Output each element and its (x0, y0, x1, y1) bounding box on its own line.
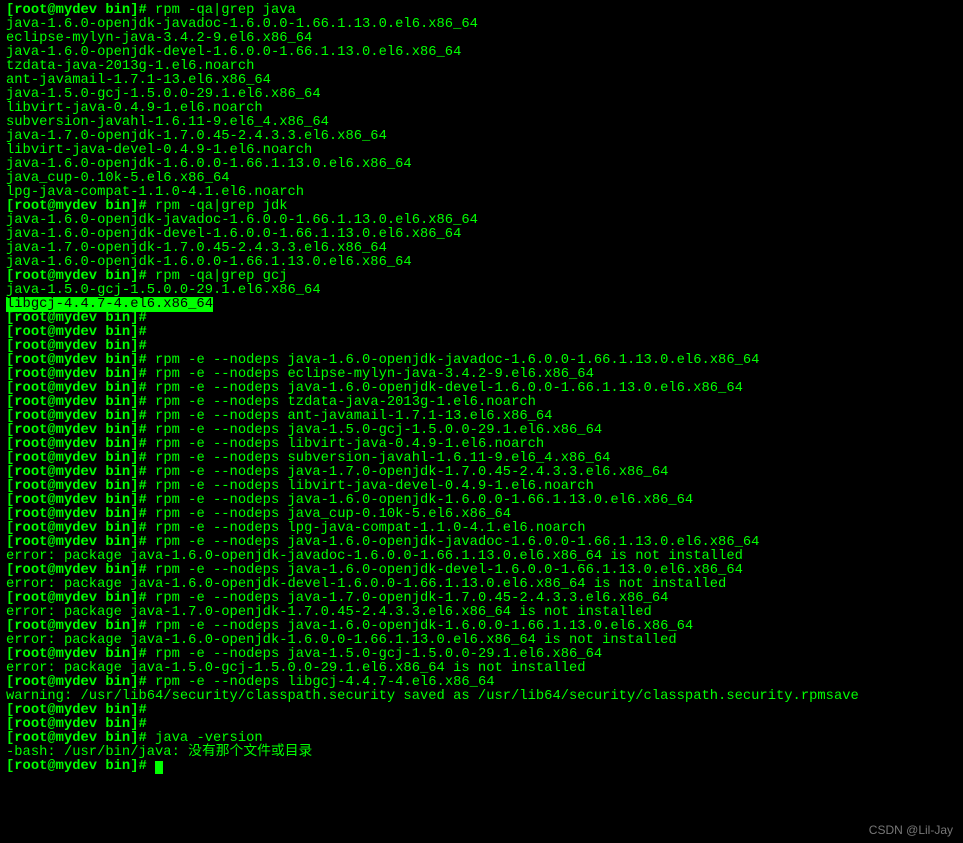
command-input: rpm -qa|grep java (155, 3, 296, 18)
warning-line: warning: /usr/lib64/security/classpath.s… (6, 689, 859, 704)
prompt: [root@mydev bin]# (6, 311, 147, 326)
error-line: error: package java-1.7.0-openjdk-1.7.0.… (6, 605, 652, 620)
prompt: [root@mydev bin]# (6, 3, 147, 18)
prompt: [root@mydev bin]# (6, 409, 147, 424)
output-line: java-1.5.0-gcj-1.5.0.0-29.1.el6.x86_64 (6, 87, 321, 102)
command-input: rpm -e --nodeps java-1.6.0-openjdk-javad… (155, 353, 759, 368)
command-input: rpm -e --nodeps tzdata-java-2013g-1.el6.… (155, 395, 536, 410)
prompt: [root@mydev bin]# (6, 269, 147, 284)
prompt: [root@mydev bin]# (6, 619, 147, 634)
command-input: rpm -qa|grep gcj (155, 269, 287, 284)
command-input: rpm -e --nodeps java-1.6.0-openjdk-javad… (155, 535, 759, 550)
command-input: rpm -e --nodeps java-1.5.0-gcj-1.5.0.0-2… (155, 647, 602, 662)
output-line: java-1.6.0-openjdk-devel-1.6.0.0-1.66.1.… (6, 45, 461, 60)
output-line: java-1.7.0-openjdk-1.7.0.45-2.4.3.3.el6.… (6, 129, 387, 144)
output-line: libvirt-java-0.4.9-1.el6.noarch (6, 101, 263, 116)
command-input: rpm -e --nodeps lpg-java-compat-1.1.0-4.… (155, 521, 586, 536)
prompt: [root@mydev bin]# (6, 493, 147, 508)
output-line: java-1.6.0-openjdk-1.6.0.0-1.66.1.13.0.e… (6, 255, 412, 270)
prompt: [root@mydev bin]# (6, 507, 147, 522)
output-line: lpg-java-compat-1.1.0-4.1.el6.noarch (6, 185, 304, 200)
command-input: rpm -e --nodeps java-1.7.0-openjdk-1.7.0… (155, 465, 668, 480)
prompt: [root@mydev bin]# (6, 437, 147, 452)
error-line: error: package java-1.6.0-openjdk-javado… (6, 549, 743, 564)
prompt: [root@mydev bin]# (6, 675, 147, 690)
output-line: java-1.5.0-gcj-1.5.0.0-29.1.el6.x86_64 (6, 283, 321, 298)
output-line: java-1.6.0-openjdk-1.6.0.0-1.66.1.13.0.e… (6, 157, 412, 172)
output-line: java_cup-0.10k-5.el6.x86_64 (6, 171, 230, 186)
output-line: java-1.7.0-openjdk-1.7.0.45-2.4.3.3.el6.… (6, 241, 387, 256)
output-line: ant-javamail-1.7.1-13.el6.x86_64 (6, 73, 271, 88)
prompt: [root@mydev bin]# (6, 731, 147, 746)
command-input: rpm -e --nodeps ant-javamail-1.7.1-13.el… (155, 409, 552, 424)
error-line: -bash: /usr/bin/java: 没有那个文件或目录 (6, 745, 312, 760)
output-line: libvirt-java-devel-0.4.9-1.el6.noarch (6, 143, 312, 158)
output-line: tzdata-java-2013g-1.el6.noarch (6, 59, 254, 74)
prompt: [root@mydev bin]# (6, 563, 147, 578)
prompt: [root@mydev bin]# (6, 535, 147, 550)
prompt: [root@mydev bin]# (6, 479, 147, 494)
output-line: subversion-javahl-1.6.11-9.el6_4.x86_64 (6, 115, 329, 130)
highlighted-text: libgcj-4.4.7-4.el6.x86_64 (6, 297, 213, 312)
prompt: [root@mydev bin]# (6, 381, 147, 396)
prompt: [root@mydev bin]# (6, 717, 147, 732)
command-input: rpm -e --nodeps java-1.6.0-openjdk-devel… (155, 563, 743, 578)
command-input: rpm -e --nodeps subversion-javahl-1.6.11… (155, 451, 610, 466)
prompt: [root@mydev bin]# (6, 367, 147, 382)
command-input: rpm -e --nodeps java_cup-0.10k-5.el6.x86… (155, 507, 511, 522)
prompt: [root@mydev bin]# (6, 199, 147, 214)
command-input: rpm -qa|grep jdk (155, 199, 287, 214)
output-line: java-1.6.0-openjdk-devel-1.6.0.0-1.66.1.… (6, 227, 461, 242)
prompt: [root@mydev bin]# (6, 325, 147, 340)
command-input: java -version (155, 731, 263, 746)
command-input: rpm -e --nodeps java-1.7.0-openjdk-1.7.0… (155, 591, 668, 606)
terminal-output[interactable]: [root@mydev bin]# rpm -qa|grep javajava-… (0, 0, 963, 778)
command-input: rpm -e --nodeps java-1.5.0-gcj-1.5.0.0-2… (155, 423, 602, 438)
prompt: [root@mydev bin]# (6, 423, 147, 438)
command-input: rpm -e --nodeps java-1.6.0-openjdk-1.6.0… (155, 493, 693, 508)
command-input: rpm -e --nodeps java-1.6.0-openjdk-1.6.0… (155, 619, 693, 634)
prompt: [root@mydev bin]# (6, 395, 147, 410)
command-input: rpm -e --nodeps libgcj-4.4.7-4.el6.x86_6… (155, 675, 494, 690)
command-input: rpm -e --nodeps eclipse-mylyn-java-3.4.2… (155, 367, 594, 382)
prompt: [root@mydev bin]# (6, 591, 147, 606)
output-line: java-1.6.0-openjdk-javadoc-1.6.0.0-1.66.… (6, 213, 478, 228)
error-line: error: package java-1.6.0-openjdk-devel-… (6, 577, 726, 592)
prompt: [root@mydev bin]# (6, 647, 147, 662)
prompt: [root@mydev bin]# (6, 339, 147, 354)
prompt: [root@mydev bin]# (6, 465, 147, 480)
output-line: java-1.6.0-openjdk-javadoc-1.6.0.0-1.66.… (6, 17, 478, 32)
prompt: [root@mydev bin]# (6, 521, 147, 536)
prompt: [root@mydev bin]# (6, 451, 147, 466)
cursor[interactable] (155, 761, 163, 774)
output-line: eclipse-mylyn-java-3.4.2-9.el6.x86_64 (6, 31, 312, 46)
prompt: [root@mydev bin]# (6, 703, 147, 718)
command-input: rpm -e --nodeps java-1.6.0-openjdk-devel… (155, 381, 743, 396)
error-line: error: package java-1.6.0-openjdk-1.6.0.… (6, 633, 677, 648)
prompt: [root@mydev bin]# (6, 353, 147, 368)
command-input: rpm -e --nodeps libvirt-java-0.4.9-1.el6… (155, 437, 544, 452)
prompt: [root@mydev bin]# (6, 759, 147, 774)
watermark: CSDN @Lil-Jay (869, 823, 953, 837)
command-input: rpm -e --nodeps libvirt-java-devel-0.4.9… (155, 479, 594, 494)
error-line: error: package java-1.5.0-gcj-1.5.0.0-29… (6, 661, 586, 676)
